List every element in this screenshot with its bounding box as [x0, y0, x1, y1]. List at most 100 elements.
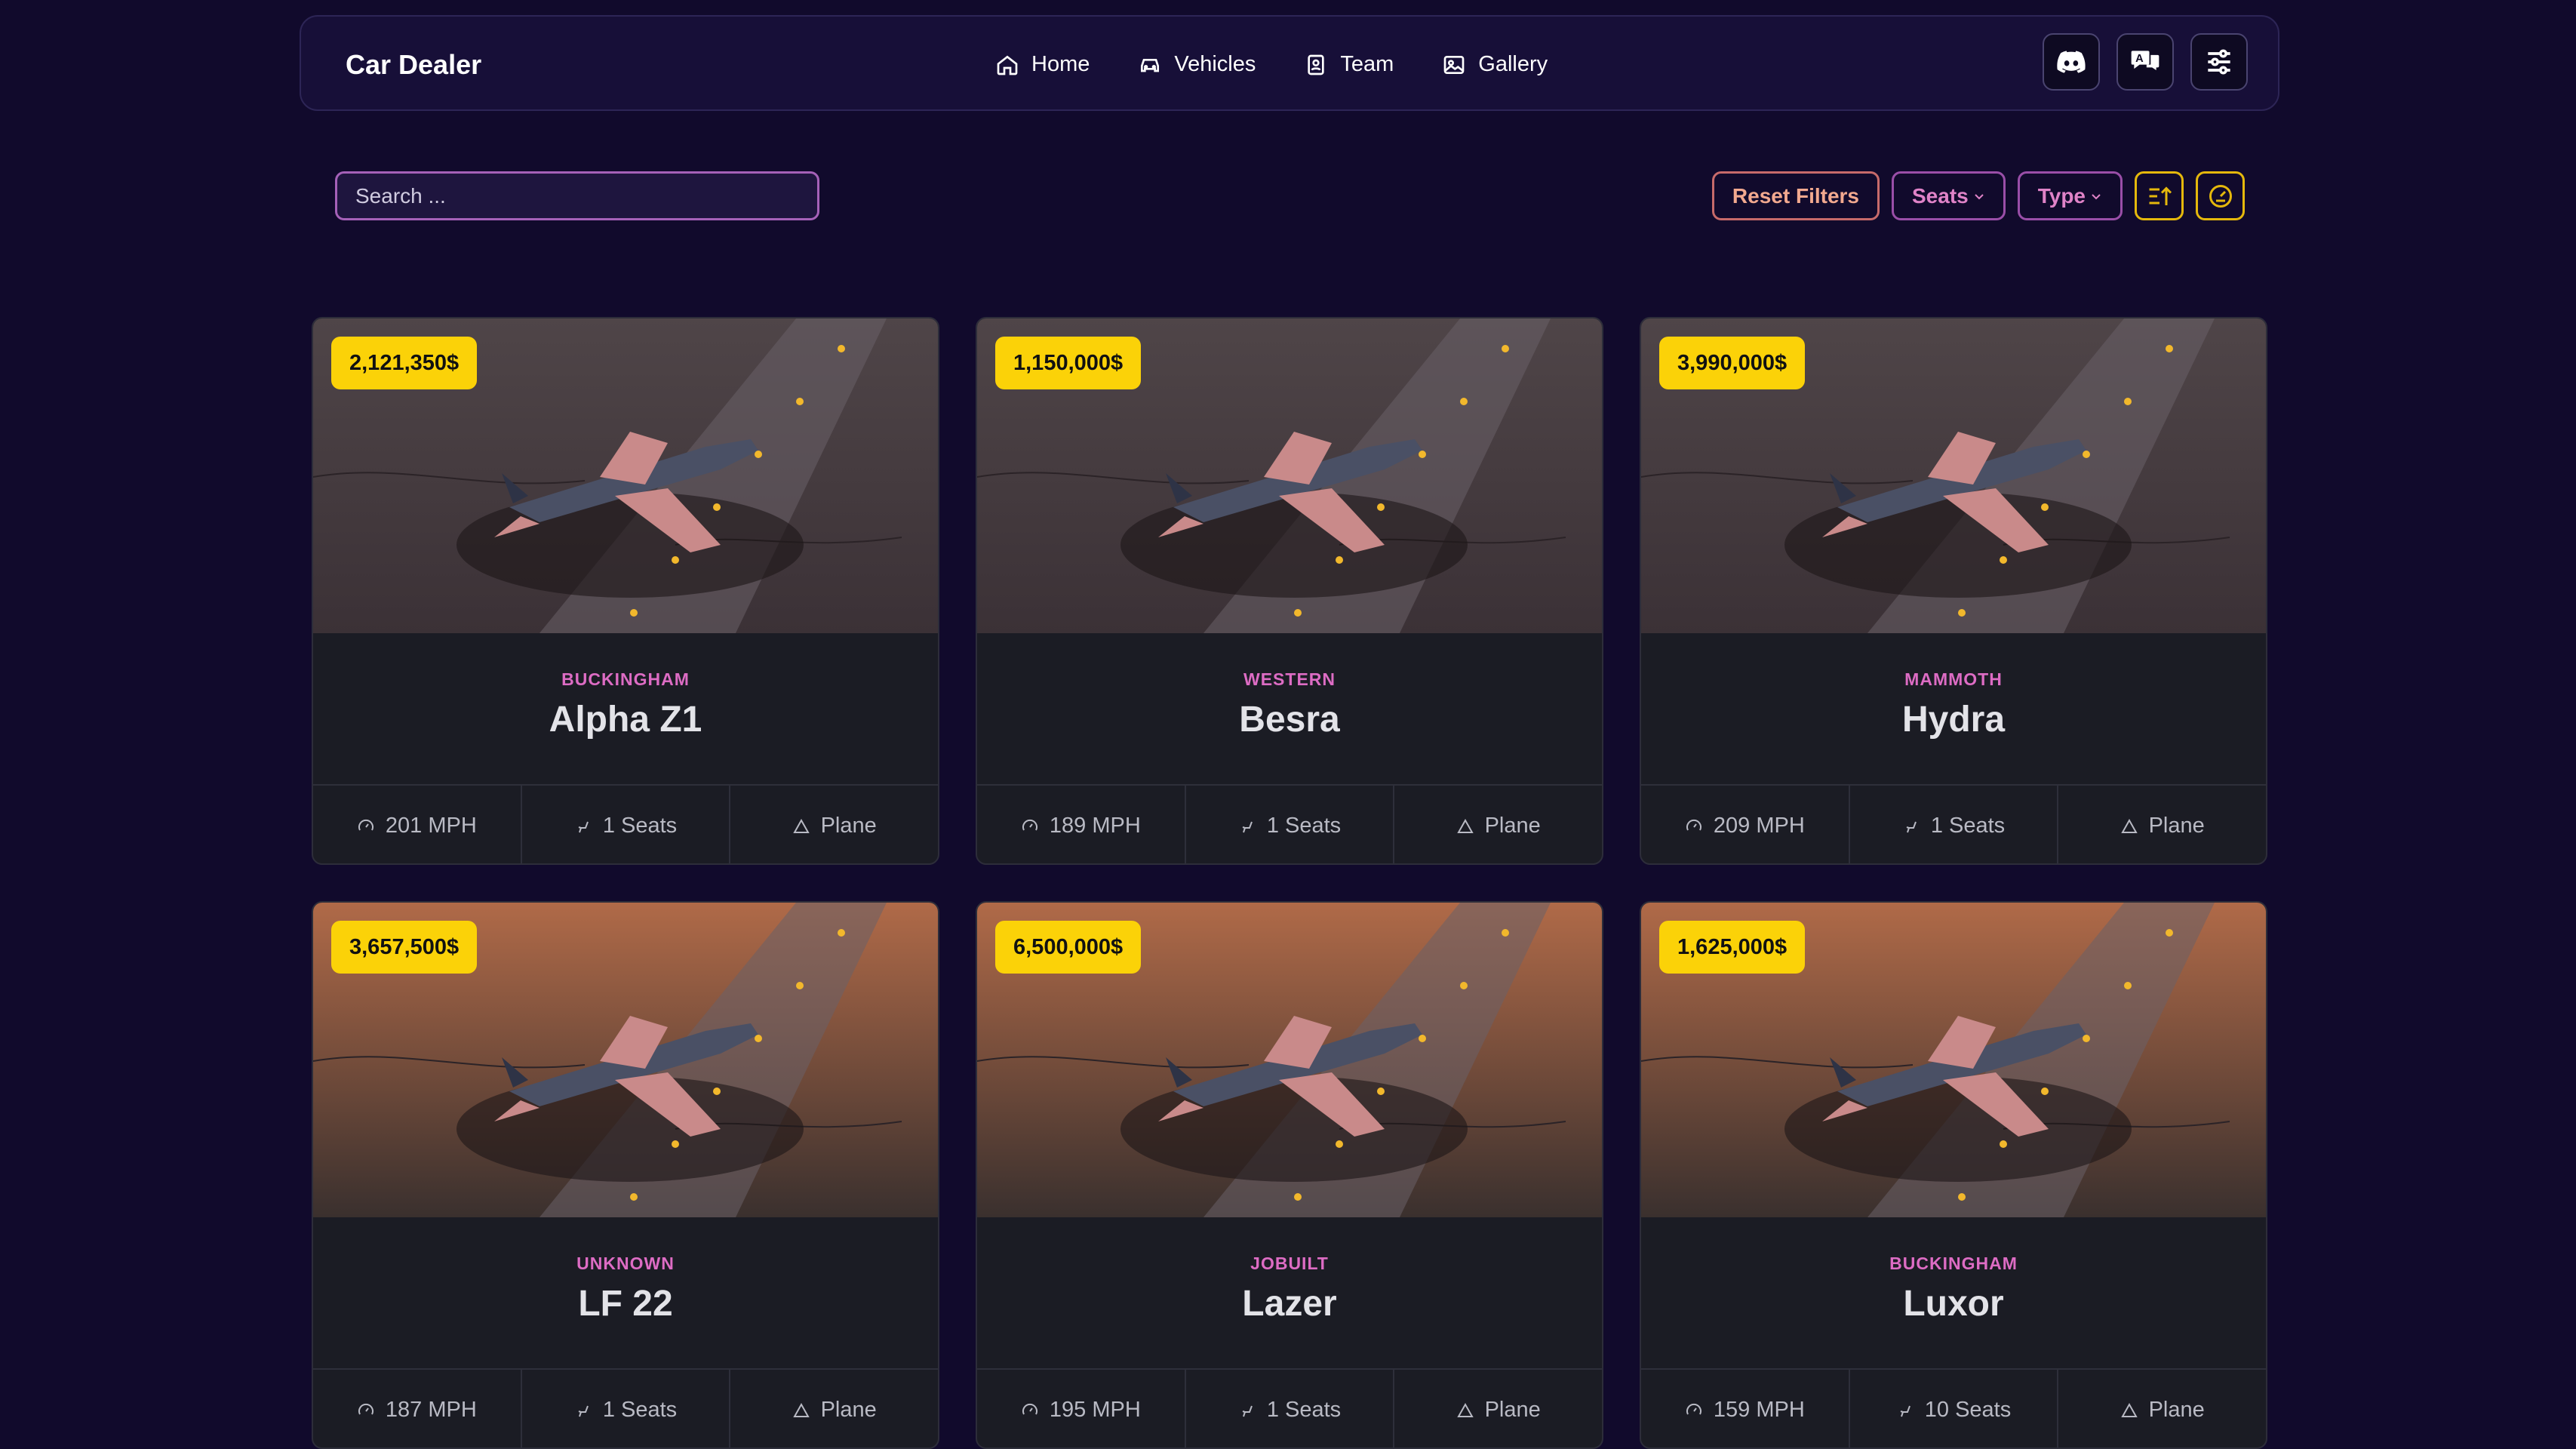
nav-vehicles-label: Vehicles [1174, 52, 1256, 76]
vehicle-photo: 3,657,500$ [313, 903, 938, 1217]
nav-vehicles[interactable]: Vehicles [1138, 52, 1256, 77]
gauge-icon [2209, 184, 2232, 208]
sort-button[interactable] [2135, 171, 2184, 220]
reset-filters-label: Reset Filters [1732, 183, 1859, 208]
vehicle-brand: WESTERN [1243, 669, 1336, 689]
reset-filters-button[interactable]: Reset Filters [1711, 171, 1880, 220]
nav-home[interactable]: Home [995, 52, 1090, 77]
stat-type: Plane [2058, 786, 2266, 863]
vehicle-card[interactable]: 3,657,500$ UNKNOWN LF 22 187 MPH 1 Seats… [312, 901, 939, 1449]
type-value: Plane [2148, 1398, 2205, 1422]
vehicle-stats: 195 MPH 1 Seats Plane [977, 1370, 1602, 1447]
vehicle-stats: 201 MPH 1 Seats Plane [313, 786, 938, 863]
price-badge: 1,625,000$ [1659, 921, 1806, 974]
stat-seats: 1 Seats [522, 786, 731, 863]
car-icon [1141, 58, 1160, 72]
vehicle-card[interactable]: 2,121,350$ BUCKINGHAM Alpha Z1 201 MPH 1… [312, 317, 939, 865]
translate-button[interactable]: A [2116, 33, 2174, 91]
triangle-icon [2120, 1402, 2138, 1417]
price-badge: 3,657,500$ [331, 921, 478, 974]
nav-gallery[interactable]: Gallery [1442, 52, 1548, 77]
triangle-icon [792, 818, 810, 833]
contacts-icon [1308, 54, 1325, 75]
type-dropdown-label: Type [2037, 183, 2086, 208]
nav-team[interactable]: Team [1304, 52, 1394, 77]
speedometer-icon [1022, 1403, 1037, 1414]
svg-text:A: A [2135, 53, 2144, 65]
seat-icon [1242, 1405, 1253, 1417]
stat-seats: 10 Seats [1850, 1370, 2059, 1447]
stat-speed: 195 MPH [977, 1370, 1186, 1447]
seat-icon [1242, 821, 1253, 832]
triangle-icon [2120, 818, 2138, 833]
vehicle-brand: MAMMOTH [1904, 669, 2003, 689]
chevron-down-icon [2092, 193, 2101, 199]
vehicle-photo: 2,121,350$ [313, 318, 938, 633]
main-nav: Home Vehicles Team Gallery [995, 17, 1548, 112]
speedometer-icon [358, 1403, 373, 1414]
price-badge: 6,500,000$ [995, 921, 1142, 974]
seats-value: 1 Seats [602, 1398, 678, 1422]
settings-sliders-icon [2208, 49, 2230, 75]
image-icon [1443, 55, 1465, 74]
home-icon [997, 55, 1018, 75]
stat-seats: 1 Seats [1186, 1370, 1395, 1447]
price-badge: 3,990,000$ [1659, 337, 1806, 389]
chevron-down-icon [1975, 193, 1984, 199]
filter-bar: Reset Filters Seats Type [1711, 171, 2245, 220]
vehicle-card[interactable]: 1,150,000$ WESTERN Besra 189 MPH 1 Seats… [976, 317, 1603, 865]
vehicle-brand: UNKNOWN [576, 1254, 675, 1273]
nav-home-label: Home [1031, 52, 1090, 76]
vehicle-card[interactable]: 3,990,000$ MAMMOTH Hydra 209 MPH 1 Seats… [1640, 317, 2267, 865]
type-value: Plane [1484, 814, 1541, 838]
seat-icon [578, 1405, 589, 1417]
search-input[interactable] [335, 171, 819, 220]
type-value: Plane [1484, 1398, 1541, 1422]
speed-value: 159 MPH [1713, 1398, 1805, 1422]
seats-dropdown-label: Seats [1912, 183, 1969, 208]
seats-value: 1 Seats [1930, 814, 2006, 838]
speed-sort-button[interactable] [2196, 171, 2245, 220]
vehicle-stats: 159 MPH 10 Seats Plane [1641, 1370, 2266, 1447]
settings-button[interactable] [2190, 33, 2248, 91]
discord-icon [2057, 51, 2086, 73]
discord-button[interactable] [2043, 33, 2100, 91]
vehicle-model: Hydra [1901, 700, 2006, 740]
translate-icon: A [2131, 51, 2159, 70]
vehicle-info: BUCKINGHAM Alpha Z1 [313, 633, 938, 786]
vehicle-stats: 209 MPH 1 Seats Plane [1641, 786, 2266, 863]
vehicle-brand: JOBUILT [1250, 1254, 1329, 1273]
vehicle-photo: 3,990,000$ [1641, 318, 2266, 633]
vehicle-model: LF 22 [578, 1284, 673, 1324]
vehicle-card[interactable]: 1,625,000$ BUCKINGHAM Luxor 159 MPH 10 S… [1640, 901, 2267, 1449]
nav-team-label: Team [1340, 52, 1394, 76]
triangle-icon [1456, 818, 1474, 833]
speedometer-icon [1686, 819, 1701, 830]
seats-dropdown[interactable]: Seats [1892, 171, 2006, 220]
seats-value: 1 Seats [1266, 814, 1342, 838]
stat-seats: 1 Seats [522, 1370, 731, 1447]
type-dropdown[interactable]: Type [2017, 171, 2123, 220]
stat-type: Plane [1394, 786, 1602, 863]
vehicle-photo: 1,625,000$ [1641, 903, 2266, 1217]
speedometer-icon [1686, 1403, 1701, 1414]
vehicle-model: Alpha Z1 [549, 700, 702, 740]
top-navbar: Car Dealer Home Vehicles Team Gallery A [300, 15, 2279, 111]
stat-type: Plane [730, 1370, 938, 1447]
vehicle-photo: 6,500,000$ [977, 903, 1602, 1217]
stat-speed: 187 MPH [313, 1370, 522, 1447]
seats-value: 10 Seats [1924, 1398, 2012, 1422]
price-badge: 1,150,000$ [995, 337, 1142, 389]
speed-value: 189 MPH [1049, 814, 1141, 838]
stat-seats: 1 Seats [1850, 786, 2059, 863]
stat-speed: 189 MPH [977, 786, 1186, 863]
speedometer-icon [358, 819, 373, 830]
seat-icon [1906, 821, 1917, 832]
nav-gallery-label: Gallery [1478, 52, 1548, 76]
type-value: Plane [820, 814, 877, 838]
vehicle-brand: BUCKINGHAM [1889, 1254, 2018, 1273]
speed-value: 201 MPH [385, 814, 477, 838]
triangle-icon [1456, 1402, 1474, 1417]
vehicle-card[interactable]: 6,500,000$ JOBUILT Lazer 195 MPH 1 Seats… [976, 901, 1603, 1449]
stat-type: Plane [2058, 1370, 2266, 1447]
